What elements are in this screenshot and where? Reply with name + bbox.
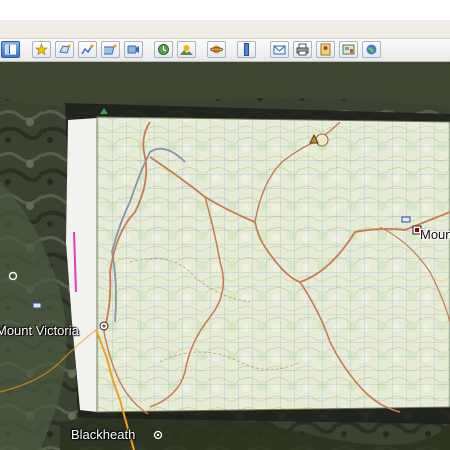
campground-icon xyxy=(309,134,319,144)
view-in-maps-button[interactable] xyxy=(339,41,358,58)
save-image-icon xyxy=(320,43,331,56)
place-label-blackheath[interactable]: Blackheath xyxy=(71,427,135,442)
image-overlay-icon xyxy=(104,44,117,55)
earth-app: Mount Victoria Moun Blackheath xyxy=(0,0,450,450)
historical-imagery-button[interactable] xyxy=(154,41,173,58)
place-label-mount-victoria[interactable]: Mount Victoria xyxy=(0,323,79,338)
planet-icon xyxy=(210,45,223,54)
add-placemark-button[interactable] xyxy=(32,41,51,58)
sidebar-toggle-button[interactable] xyxy=(1,41,20,58)
sunlight-button[interactable] xyxy=(177,41,196,58)
place-label-mount-partial[interactable]: Moun xyxy=(420,227,450,242)
print-icon xyxy=(296,43,309,56)
ruler-button[interactable] xyxy=(237,41,256,58)
switch-to-sky-button[interactable] xyxy=(207,41,226,58)
polygon-icon xyxy=(59,44,71,54)
add-polygon-button[interactable] xyxy=(55,41,74,58)
ruler-icon xyxy=(244,43,249,56)
email-button[interactable] xyxy=(270,41,289,58)
maps-icon xyxy=(342,44,355,55)
lodging-icon-west xyxy=(32,300,42,310)
menu-strip xyxy=(0,20,450,39)
map-viewport[interactable]: Mount Victoria Moun Blackheath xyxy=(0,62,450,450)
lodging-icon xyxy=(401,214,411,224)
toolbar xyxy=(0,39,450,62)
add-image-overlay-button[interactable] xyxy=(101,41,120,58)
path-icon xyxy=(81,44,94,55)
email-icon xyxy=(273,45,286,55)
add-path-button[interactable] xyxy=(78,41,97,58)
record-tour-icon xyxy=(127,45,139,54)
sunlight-icon xyxy=(180,45,193,55)
map-imagery xyxy=(0,62,450,450)
gallery-icon xyxy=(366,44,377,55)
earth-gallery-button[interactable] xyxy=(362,41,381,58)
print-button[interactable] xyxy=(293,41,312,58)
poi-marker-icon xyxy=(8,271,18,281)
placemark-pin-icon xyxy=(35,43,48,56)
title-area xyxy=(0,0,450,20)
sidebar-icon xyxy=(5,44,16,55)
historical-imagery-icon xyxy=(158,44,169,55)
save-image-button[interactable] xyxy=(316,41,335,58)
mount-victoria-pin-icon[interactable] xyxy=(99,321,109,331)
record-tour-button[interactable] xyxy=(124,41,143,58)
blackheath-pin-icon[interactable] xyxy=(153,430,163,440)
